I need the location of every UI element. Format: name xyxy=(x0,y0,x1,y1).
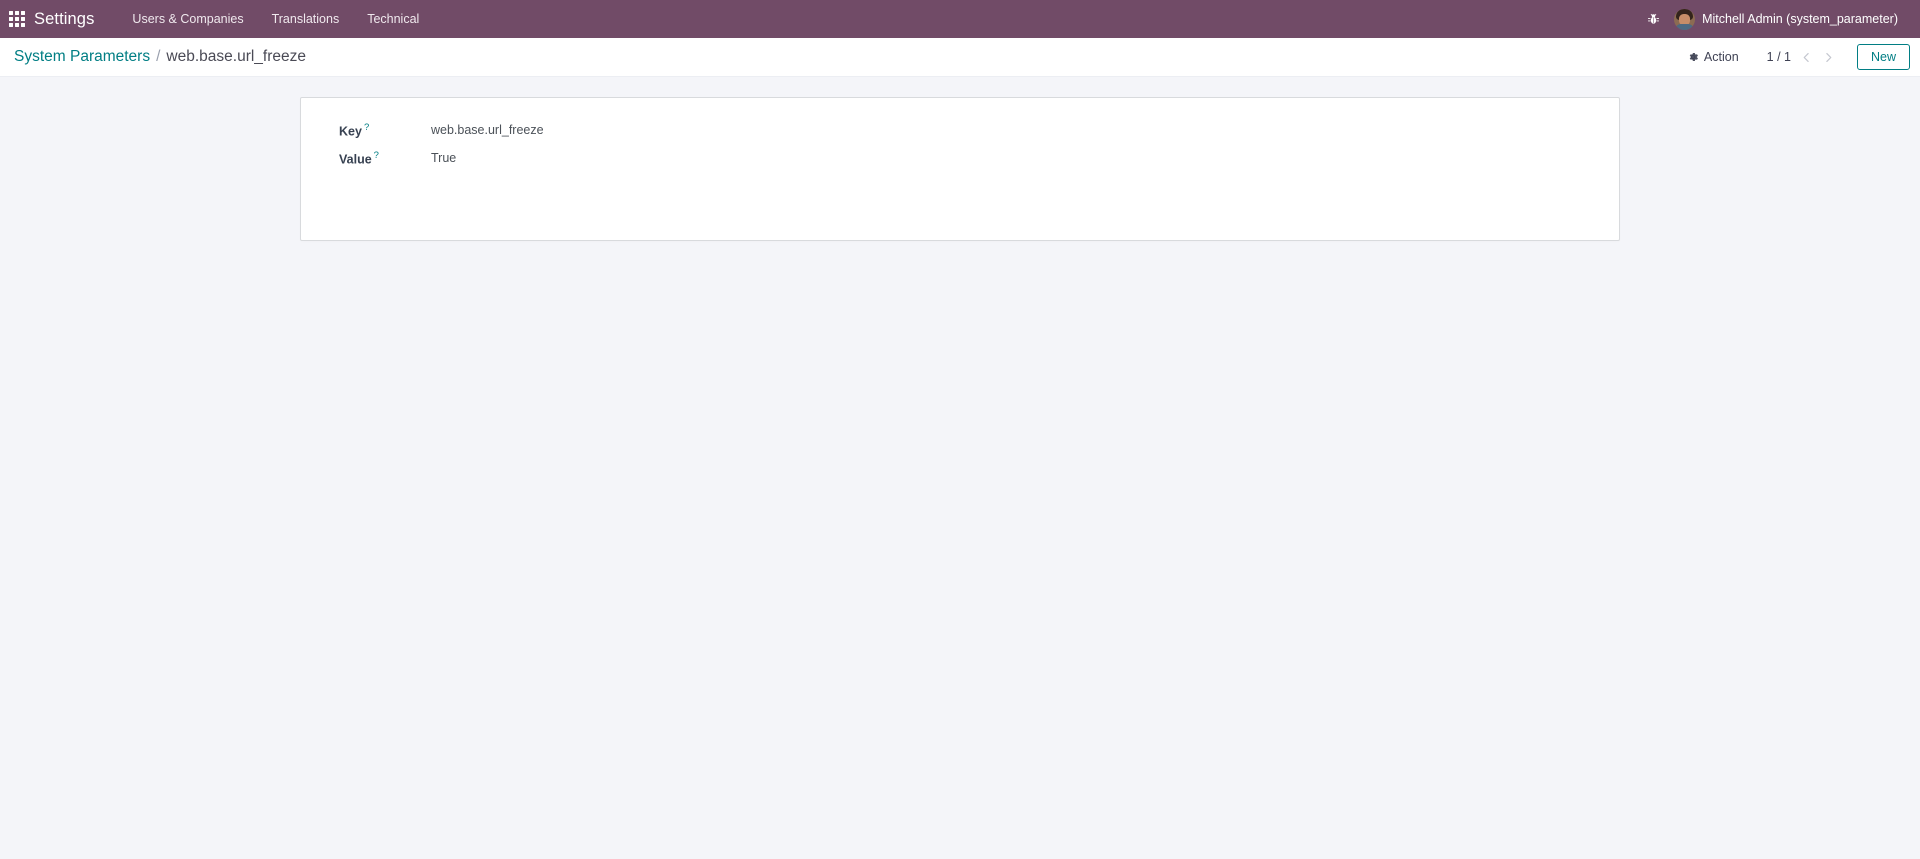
avatar xyxy=(1674,8,1696,30)
bug-icon xyxy=(1647,13,1659,24)
navbar-right-systray: Mitchell Admin (system_parameter) xyxy=(1638,0,1908,38)
field-label-key: Key xyxy=(339,124,362,139)
field-help-icon-key[interactable]: ? xyxy=(364,122,369,133)
control-panel-actions: Action 1 / 1 New xyxy=(1679,43,1910,71)
pager[interactable]: 1 / 1 xyxy=(1763,45,1839,69)
field-value-cell-key: web.base.url_freeze xyxy=(429,116,649,144)
pager-value[interactable]: 1 / 1 xyxy=(1763,50,1795,64)
navbar-menu-list: Users & Companies Translations Technical xyxy=(118,0,433,38)
field-label-value: Value xyxy=(339,152,372,167)
apps-grid-icon xyxy=(9,11,25,27)
chevron-left-icon xyxy=(1804,52,1810,62)
menu-item-technical[interactable]: Technical xyxy=(353,0,433,38)
apps-menu-button[interactable] xyxy=(0,0,34,38)
field-help-icon-value[interactable]: ? xyxy=(374,150,379,161)
action-button-label: Action xyxy=(1703,50,1739,64)
form-view: Key? web.base.url_freeze Value? True xyxy=(0,77,1920,859)
form-sheet: Key? web.base.url_freeze Value? True xyxy=(300,97,1620,241)
pager-previous-button[interactable] xyxy=(1797,45,1817,69)
field-input-key[interactable]: web.base.url_freeze xyxy=(429,123,649,138)
field-label-cell-key: Key? xyxy=(339,116,429,144)
action-button[interactable]: Action xyxy=(1679,46,1747,68)
app-brand-settings[interactable]: Settings xyxy=(34,10,100,29)
field-row-key: Key? web.base.url_freeze xyxy=(339,116,649,144)
control-panel: System Parameters / web.base.url_freeze … xyxy=(0,38,1920,77)
field-label-cell-value: Value? xyxy=(339,144,429,172)
form-sheet-background: Key? web.base.url_freeze Value? True xyxy=(0,97,1920,241)
form-inner-group: Key? web.base.url_freeze Value? True xyxy=(339,116,649,173)
field-input-value[interactable]: True xyxy=(429,151,649,166)
field-value-cell-value: True xyxy=(429,144,649,172)
breadcrumb-item-system-parameters[interactable]: System Parameters xyxy=(14,48,150,66)
debug-mode-button[interactable] xyxy=(1638,0,1668,38)
field-row-value: Value? True xyxy=(339,144,649,172)
new-button[interactable]: New xyxy=(1856,43,1910,71)
top-navbar: Settings Users & Companies Translations … xyxy=(0,0,1920,38)
user-menu-label: Mitchell Admin (system_parameter) xyxy=(1702,12,1898,26)
breadcrumb-separator: / xyxy=(156,48,161,65)
menu-item-translations[interactable]: Translations xyxy=(258,0,354,38)
breadcrumb: System Parameters / web.base.url_freeze xyxy=(14,48,306,66)
gear-icon xyxy=(1689,52,1698,62)
menu-item-users-and-companies[interactable]: Users & Companies xyxy=(118,0,257,38)
breadcrumb-current-record: web.base.url_freeze xyxy=(166,48,307,65)
user-menu-button[interactable]: Mitchell Admin (system_parameter) xyxy=(1668,0,1908,38)
chevron-right-icon xyxy=(1826,52,1832,62)
pager-next-button[interactable] xyxy=(1819,45,1839,69)
